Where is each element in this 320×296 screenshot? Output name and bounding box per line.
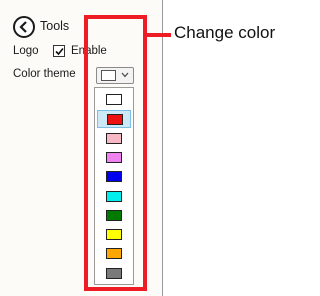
back-arrow-icon xyxy=(19,21,27,33)
checkmark-icon xyxy=(55,47,64,56)
color-theme-label: Color theme xyxy=(13,68,76,80)
logo-label: Logo xyxy=(13,45,39,57)
callout-line xyxy=(147,33,171,37)
panel-title: Tools xyxy=(40,19,70,33)
change-color-annotation: Change color xyxy=(174,23,276,42)
logo-enable-checkbox[interactable] xyxy=(53,45,65,57)
back-button[interactable] xyxy=(13,16,35,38)
highlight-box xyxy=(84,15,147,291)
